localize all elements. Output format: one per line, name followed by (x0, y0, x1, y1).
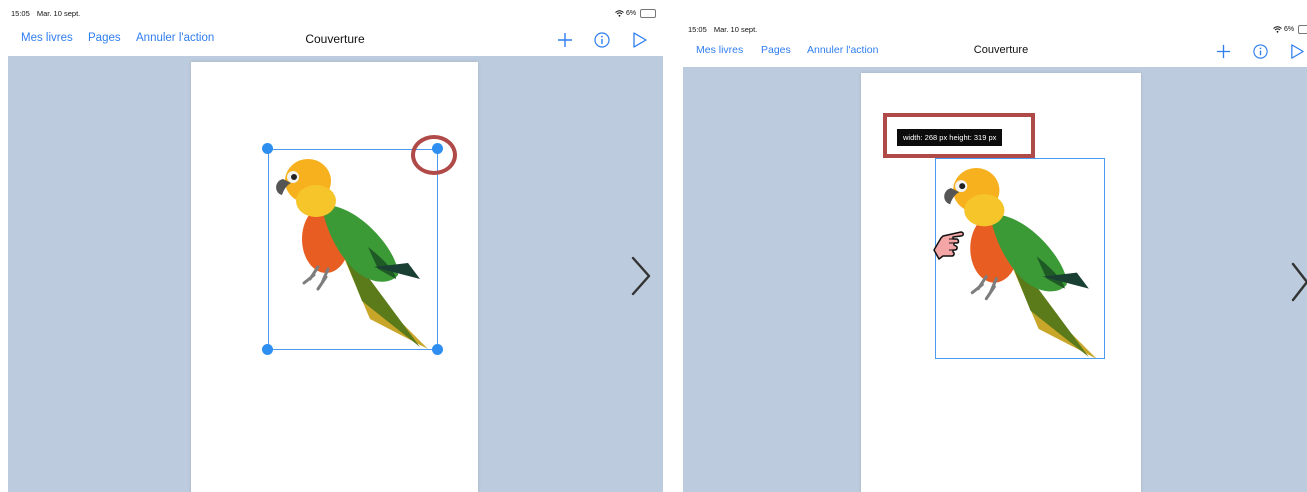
highlight-rectangle (883, 113, 1035, 158)
page-title: Couverture (305, 32, 365, 46)
status-bar: 15:05 Mar. 10 sept. (688, 25, 762, 34)
resize-handle-top-left[interactable] (262, 143, 273, 154)
pages-button[interactable]: Pages (761, 44, 791, 56)
system-indicators: 6% (1273, 25, 1307, 34)
play-icon[interactable] (1289, 43, 1307, 61)
info-icon[interactable] (593, 31, 611, 49)
image-selection-frame (268, 149, 438, 350)
status-time: 15:05 (11, 9, 30, 18)
status-date: Mar. 10 sept. (713, 25, 758, 34)
status-date: Mar. 10 sept. (36, 9, 81, 18)
chevron-right-icon[interactable] (630, 256, 652, 296)
resize-handle-bottom-left[interactable] (262, 344, 273, 355)
undo-button[interactable]: Annuler l'action (807, 44, 878, 56)
highlight-circle (411, 135, 457, 175)
screenshot-before: 15:05 Mar. 10 sept. 6% Mes livres Pages … (0, 0, 663, 492)
nav-bar: Mes livres Pages Annuler l'action Couver… (683, 44, 1307, 66)
wifi-icon (1273, 26, 1282, 33)
nav-bar: Mes livres Pages Annuler l'action Couver… (0, 32, 663, 54)
resize-handle-bottom-right[interactable] (432, 344, 443, 355)
chevron-right-icon[interactable] (1290, 262, 1307, 302)
battery-percent: 6% (626, 10, 637, 17)
pages-button[interactable]: Pages (88, 32, 121, 44)
plus-icon[interactable] (556, 31, 574, 49)
battery-percent: 6% (1284, 26, 1295, 33)
hand-pointer-icon (931, 226, 969, 264)
info-icon[interactable] (1252, 43, 1270, 61)
status-time: 15:05 (688, 25, 707, 34)
battery-icon (640, 9, 657, 18)
battery-icon (1298, 25, 1307, 34)
status-bar: 15:05 Mar. 10 sept. (11, 9, 85, 18)
system-indicators: 6% (615, 9, 657, 18)
page-title: Couverture (973, 44, 1029, 56)
wifi-icon (615, 10, 624, 17)
plus-icon[interactable] (1215, 43, 1233, 61)
editor-canvas: width: 268 px height: 319 px (683, 67, 1307, 492)
play-icon[interactable] (631, 31, 649, 49)
my-books-button[interactable]: Mes livres (696, 44, 743, 56)
book-page (191, 62, 478, 492)
my-books-button[interactable]: Mes livres (21, 32, 73, 44)
editor-canvas (8, 56, 663, 492)
undo-button[interactable]: Annuler l'action (136, 32, 214, 44)
screenshot-after: 15:05 Mar. 10 sept. 6% Mes livres Pages … (683, 0, 1307, 492)
